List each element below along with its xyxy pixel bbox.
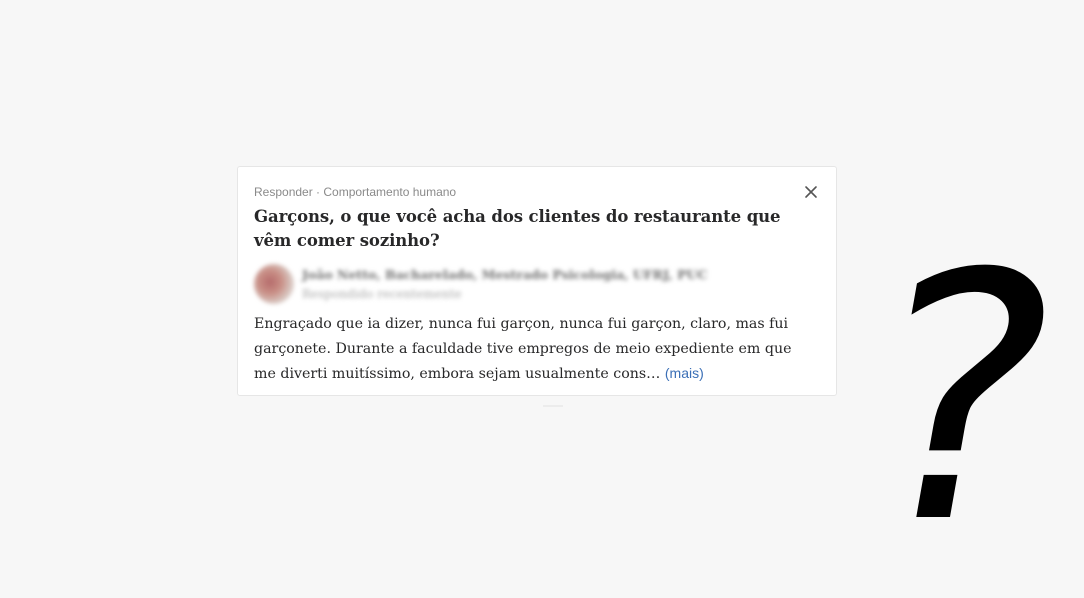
question-mark-overlay: ? bbox=[837, 202, 1084, 598]
author-credential: Respondido recentemente bbox=[302, 287, 462, 301]
answer-text: Engraçado que ia dizer, nunca fui garçon… bbox=[254, 316, 792, 382]
avatar[interactable] bbox=[254, 264, 294, 304]
card-meta: Responder · Comportamento humano bbox=[254, 185, 457, 199]
author-name[interactable]: João Netto, Bacharelado, Mestrado Psicol… bbox=[302, 265, 707, 285]
author-row: João Netto, Bacharelado, Mestrado Psicol… bbox=[254, 262, 820, 306]
author-info: João Netto, Bacharelado, Mestrado Psicol… bbox=[302, 265, 707, 303]
answer-card[interactable]: Responder · Comportamento humano Garçons… bbox=[237, 166, 837, 396]
divider bbox=[543, 405, 563, 407]
answer-preview[interactable]: Engraçado que ia dizer, nunca fui garçon… bbox=[254, 312, 814, 387]
close-icon[interactable] bbox=[802, 183, 820, 201]
more-link[interactable]: (mais) bbox=[665, 365, 704, 381]
question-title[interactable]: Garçons, o que você acha dos clientes do… bbox=[254, 205, 820, 253]
